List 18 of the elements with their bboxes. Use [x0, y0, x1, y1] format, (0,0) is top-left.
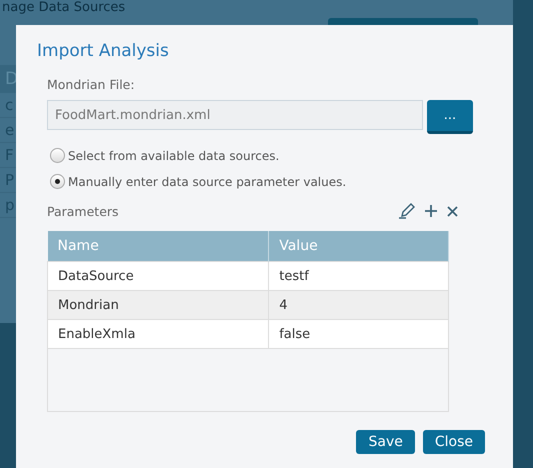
page-title: nage Data Sources: [2, 0, 126, 15]
dialog-button[interactable]: Save: [356, 430, 415, 454]
file-field[interactable]: FoodMart.mondrian.xml: [47, 100, 423, 130]
table-cell: 4: [268, 290, 448, 320]
dialog-button[interactable]: Close: [422, 430, 485, 454]
table-cell: false: [268, 320, 448, 348]
table-cell: EnableXmla: [48, 320, 269, 348]
table-cell: Mondrian: [48, 290, 269, 320]
browse-button[interactable]: ...: [427, 100, 473, 134]
field-label: Mondrian File:: [47, 77, 136, 92]
radio-option[interactable]: Manually enter data source parameter values.: [50, 174, 513, 189]
table-cell: testf: [268, 262, 448, 290]
table-cell: DataSource: [48, 262, 269, 290]
option-label: Manually enter data source parameter values.: [68, 174, 346, 188]
option-label: Select from available data sources.: [68, 148, 280, 162]
radio-option[interactable]: Select from available data sources.: [50, 148, 513, 163]
dialog-title: Import Analysis: [37, 41, 170, 61]
section-label: Parameters: [47, 204, 120, 218]
